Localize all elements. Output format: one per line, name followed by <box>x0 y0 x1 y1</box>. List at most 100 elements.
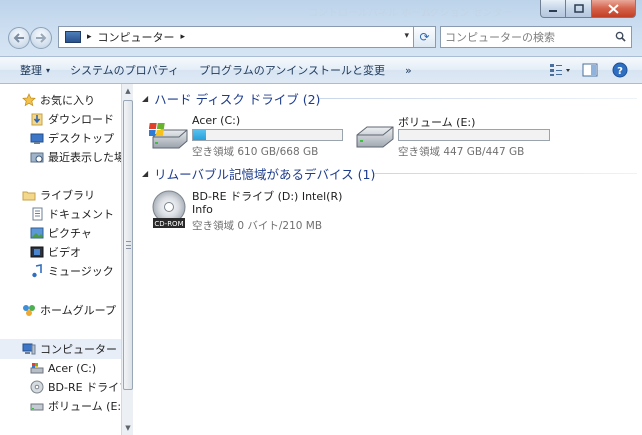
command-bar: 整理 ▾ システムのプロパティ プログラムのアンインストールと変更 » ? <box>0 56 642 84</box>
minimize-icon <box>549 9 557 12</box>
nav-item-music[interactable]: ミュージック <box>30 261 114 281</box>
nav-item-label: ドキュメント <box>48 208 114 221</box>
videos-icon <box>30 246 44 258</box>
drive-name: Acer (C:) <box>192 114 241 127</box>
nav-item-label: コンピューター <box>40 343 117 356</box>
nav-item-drive-c[interactable]: Acer (C:) <box>30 358 96 378</box>
grip-icon <box>126 241 131 249</box>
nav-item-downloads[interactable]: ダウンロード <box>30 109 114 129</box>
collapse-triangle-icon: ◢ <box>142 94 149 103</box>
scroll-up-button[interactable]: ▲ <box>122 84 134 98</box>
nav-item-libraries[interactable]: ライブラリ <box>22 185 95 205</box>
nav-item-favorites[interactable]: お気に入り <box>22 90 95 110</box>
scroll-down-button[interactable]: ▼ <box>122 421 134 435</box>
forward-button[interactable] <box>30 27 52 49</box>
drive-free-space: 空き領域 0 バイト/210 MB <box>192 220 323 232</box>
recent-places-icon <box>30 152 44 163</box>
view-options-button[interactable] <box>548 60 572 80</box>
view-list-icon <box>550 64 570 76</box>
nav-item-drive-d[interactable]: BD-RE ドライブ <box>30 377 121 397</box>
group-title: リムーバブル記憶域があるデバイス (1) <box>154 167 376 182</box>
drive-name: ボリューム (E:) <box>398 116 476 129</box>
uninstall-program-button[interactable]: プログラムのアンインストールと変更 <box>189 59 395 81</box>
arrow-left-icon <box>13 33 24 43</box>
breadcrumb-separator[interactable]: ▸ <box>181 32 186 42</box>
navigation-pane: お気に入り ダウンロード デスクトップ 最近表示した場所 ライブラリ ドキュメン… <box>0 84 121 435</box>
maximize-button[interactable] <box>566 0 592 18</box>
svg-text:?: ? <box>617 66 623 77</box>
address-bar[interactable]: ▸ コンピューター ▸ ▾ <box>58 26 414 48</box>
organize-button[interactable]: 整理 ▾ <box>0 59 60 81</box>
chevron-down-icon[interactable]: ▾ <box>404 31 409 41</box>
search-box[interactable] <box>440 26 632 48</box>
view-controls: ? <box>548 60 632 80</box>
drive-free-space: 空き領域 447 GB/447 GB <box>398 146 525 158</box>
homegroup-icon <box>23 305 35 316</box>
music-note-icon <box>32 264 42 278</box>
nav-item-label: ボリューム (E:) <box>48 400 121 413</box>
usage-bar <box>192 129 343 141</box>
search-input[interactable] <box>445 30 613 44</box>
nav-item-label: Acer (C:) <box>48 361 97 375</box>
nav-item-recent-places[interactable]: 最近表示した場所 <box>30 147 121 167</box>
system-drive-icon <box>30 363 44 374</box>
search-icon[interactable] <box>615 31 626 42</box>
nav-item-label: ライブラリ <box>40 189 95 202</box>
breadcrumb-separator[interactable]: ▸ <box>87 32 92 42</box>
nav-item-documents[interactable]: ドキュメント <box>30 204 114 224</box>
preview-pane-button[interactable] <box>578 60 602 80</box>
refresh-icon: ⟳ <box>419 30 430 44</box>
computer-icon <box>65 31 81 43</box>
preview-pane-icon <box>582 63 598 77</box>
usage-bar <box>398 129 550 141</box>
nav-item-label: ホームグループ <box>40 304 117 317</box>
nav-item-desktop[interactable]: デスクトップ <box>30 128 114 148</box>
documents-icon <box>32 207 43 221</box>
nav-item-label: お気に入り <box>40 94 95 107</box>
content-pane: ◢ ハード ディスク ドライブ (2) Acer (C:) 空き領域 610 G… <box>134 84 642 435</box>
group-divider <box>374 173 637 174</box>
nav-item-label: ピクチャ <box>48 227 92 240</box>
system-properties-button[interactable]: システムのプロパティ <box>60 59 189 81</box>
drive-tile-c[interactable]: Acer (C:) 空き領域 610 GB/668 GB <box>146 112 346 158</box>
background-ghost-text: アクション センター <box>420 8 513 19</box>
pictures-icon <box>30 227 44 239</box>
nav-item-computer[interactable]: コンピューター <box>0 339 121 359</box>
nav-item-videos[interactable]: ビデオ <box>30 242 81 262</box>
close-button[interactable] <box>592 0 636 18</box>
nav-item-pictures[interactable]: ピクチャ <box>30 223 92 243</box>
breadcrumb-computer[interactable]: コンピューター <box>98 29 175 45</box>
nav-item-label: 最近表示した場所 <box>48 151 121 164</box>
close-icon <box>608 3 619 14</box>
downloads-folder-icon <box>31 113 43 126</box>
computer-icon <box>22 343 36 355</box>
help-button[interactable]: ? <box>608 60 632 80</box>
caption-buttons <box>540 0 636 18</box>
group-title: ハード ディスク ドライブ (2) <box>154 92 321 107</box>
drive-name: BD-RE ドライブ (D:) Intel(R) <box>192 190 343 203</box>
hard-drive-icon <box>30 403 44 411</box>
refresh-button[interactable]: ⟳ <box>414 26 436 48</box>
usage-bar-fill <box>193 130 206 140</box>
optical-drive-icon <box>30 380 44 394</box>
minimize-button[interactable] <box>540 0 566 18</box>
organize-label: 整理 <box>20 64 42 77</box>
more-commands-button[interactable]: » <box>395 59 422 81</box>
navigation-scrollbar[interactable]: ▲ ▼ <box>121 84 133 435</box>
nav-item-label: BD-RE ドライブ <box>48 381 121 394</box>
arrow-right-icon <box>36 33 47 43</box>
drive-free-space: 空き領域 610 GB/668 GB <box>192 146 319 158</box>
title-bar: コントロールパネル ホーム アクション センター ▸ コンピューター ▸ ▾ ⟳ <box>0 0 642 56</box>
nav-item-drive-e[interactable]: ボリューム (E:) <box>30 396 121 416</box>
nav-item-homegroup[interactable]: ホームグループ <box>22 300 116 320</box>
scroll-thumb[interactable] <box>123 100 133 390</box>
chevron-down-icon: ▾ <box>46 65 51 75</box>
group-divider <box>319 98 637 99</box>
group-header-hard-disks[interactable]: ◢ ハード ディスク ドライブ (2) <box>142 89 320 108</box>
back-button[interactable] <box>8 27 30 49</box>
drive-tile-e[interactable]: ボリューム (E:) 空き領域 447 GB/447 GB <box>352 112 552 158</box>
system-drive-icon <box>149 123 188 149</box>
drive-tile-d[interactable]: CD-ROM BD-RE ドライブ (D:) Intel(R) Info 空き領… <box>146 186 376 236</box>
disc-label: CD-ROM <box>154 220 183 228</box>
group-header-removable[interactable]: ◢ リムーバブル記憶域があるデバイス (1) <box>142 164 375 183</box>
